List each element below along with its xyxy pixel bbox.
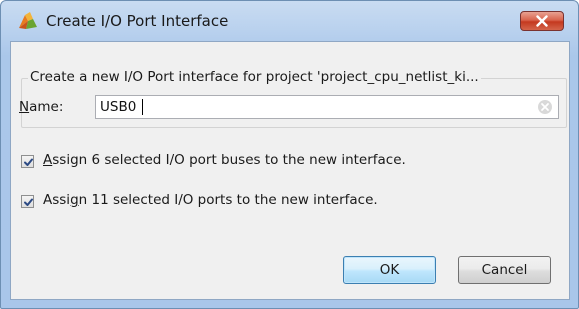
window-title: Create I/O Port Interface — [46, 12, 229, 30]
name-label-text: ame: — [29, 99, 64, 115]
close-icon — [536, 15, 548, 27]
name-label: Name: — [19, 99, 63, 115]
clear-icon[interactable] — [537, 99, 553, 115]
name-input-value: USB0 — [100, 99, 137, 115]
assign-ports-checkbox[interactable] — [21, 195, 34, 208]
assign-ports-label[interactable]: Assign 11 selected I/O ports to the new … — [43, 192, 378, 208]
assign-buses-mnemonic: A — [43, 152, 53, 168]
assign-buses-checkbox[interactable] — [21, 155, 34, 168]
ok-button[interactable]: OK — [343, 256, 436, 284]
close-button[interactable] — [520, 11, 564, 31]
title-bar[interactable]: Create I/O Port Interface — [1, 1, 578, 41]
group-legend: Create a new I/O Port interface for proj… — [28, 69, 481, 85]
assign-buses-label[interactable]: Assign 6 selected I/O port buses to the … — [43, 152, 406, 168]
assign-ports-text-pre: Assi — [43, 192, 71, 208]
checkmark-icon — [24, 158, 33, 166]
name-input[interactable]: USB0 — [95, 95, 559, 119]
dialog-window: Create I/O Port Interface Create a new I… — [0, 0, 579, 309]
vivado-logo-icon — [19, 12, 37, 29]
cancel-button[interactable]: Cancel — [458, 256, 551, 284]
dialog-body: Create a new I/O Port interface for proj… — [10, 41, 570, 300]
assign-buses-text: ssign 6 selected I/O port buses to the n… — [52, 152, 406, 168]
assign-ports-text: n 11 selected I/O ports to the new inter… — [78, 192, 378, 208]
checkmark-icon — [24, 198, 33, 206]
text-caret — [142, 99, 143, 115]
name-label-mnemonic: N — [19, 99, 30, 115]
assign-ports-mnemonic: g — [70, 192, 79, 208]
